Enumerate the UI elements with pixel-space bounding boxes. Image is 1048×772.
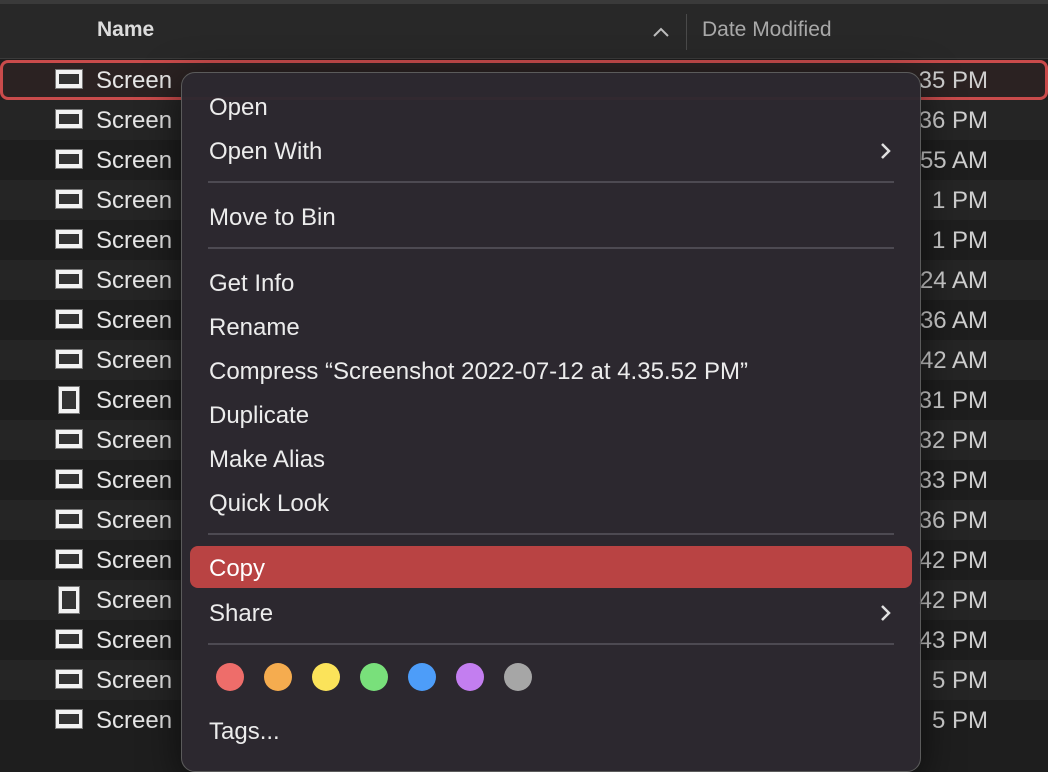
tag-blue-dot[interactable] bbox=[408, 663, 436, 691]
menu-item-label: Compress “Screenshot 2022-07-12 at 4.35.… bbox=[209, 358, 748, 385]
file-name: Screen bbox=[96, 387, 173, 414]
image-file-icon bbox=[55, 229, 83, 249]
menu-item-quick-look[interactable]: Quick Look bbox=[190, 481, 912, 523]
image-file-icon bbox=[55, 509, 83, 529]
tag-red-dot[interactable] bbox=[216, 663, 244, 691]
file-name: Screen bbox=[96, 627, 173, 654]
file-name: Screen bbox=[96, 67, 173, 94]
file-date-modified: 33 PM bbox=[918, 467, 988, 494]
chevron-right-icon bbox=[881, 143, 891, 159]
image-file-icon bbox=[58, 386, 80, 414]
file-name: Screen bbox=[96, 307, 173, 334]
image-file-icon bbox=[55, 189, 83, 209]
menu-item-move-to-bin[interactable]: Move to Bin bbox=[190, 195, 912, 237]
file-date-modified: 32 PM bbox=[918, 427, 988, 454]
file-name: Screen bbox=[96, 667, 173, 694]
menu-item-copy[interactable]: Copy bbox=[190, 546, 912, 588]
menu-item-label: Quick Look bbox=[209, 490, 330, 517]
menu-item-duplicate[interactable]: Duplicate bbox=[190, 393, 912, 435]
file-date-modified: 1 PM bbox=[931, 227, 988, 254]
file-date-modified: 42 PM bbox=[918, 587, 988, 614]
chevron-right-icon bbox=[881, 605, 891, 621]
tag-gray-dot[interactable] bbox=[504, 663, 532, 691]
file-date-modified: 5 PM bbox=[931, 707, 988, 734]
menu-item-tags[interactable]: Tags... bbox=[190, 709, 912, 751]
file-name: Screen bbox=[96, 107, 173, 134]
menu-item-share[interactable]: Share bbox=[190, 591, 912, 633]
file-date-modified: 36 AM bbox=[919, 307, 988, 334]
menu-item-rename[interactable]: Rename bbox=[190, 305, 912, 347]
menu-separator bbox=[208, 247, 894, 249]
image-file-icon bbox=[55, 469, 83, 489]
column-divider[interactable] bbox=[686, 14, 687, 50]
menu-item-label: Move to Bin bbox=[209, 204, 336, 231]
image-file-icon bbox=[55, 669, 83, 689]
tag-orange-dot[interactable] bbox=[264, 663, 292, 691]
menu-item-label: Share bbox=[209, 600, 274, 627]
menu-item-label: Duplicate bbox=[209, 402, 310, 429]
image-file-icon bbox=[55, 149, 83, 169]
image-file-icon bbox=[55, 349, 83, 369]
file-name: Screen bbox=[96, 187, 173, 214]
menu-item-label: Rename bbox=[209, 314, 300, 341]
tag-yellow-dot[interactable] bbox=[312, 663, 340, 691]
image-file-icon bbox=[55, 709, 83, 729]
menu-item-make-alias[interactable]: Make Alias bbox=[190, 437, 912, 479]
image-file-icon bbox=[58, 586, 80, 614]
file-date-modified: 31 PM bbox=[918, 387, 988, 414]
file-name: Screen bbox=[96, 147, 173, 174]
image-file-icon bbox=[55, 69, 83, 89]
file-date-modified: 36 PM bbox=[918, 507, 988, 534]
file-date-modified: 35 PM bbox=[918, 67, 988, 94]
menu-separator bbox=[208, 533, 894, 535]
menu-item-label: Open With bbox=[209, 138, 323, 165]
menu-separator bbox=[208, 643, 894, 645]
file-name: Screen bbox=[96, 467, 173, 494]
file-name: Screen bbox=[96, 267, 173, 294]
image-file-icon bbox=[55, 429, 83, 449]
file-name: Screen bbox=[96, 227, 173, 254]
file-name: Screen bbox=[96, 707, 173, 734]
file-name: Screen bbox=[96, 547, 173, 574]
menu-item-label: Open bbox=[209, 94, 268, 121]
tag-green-dot[interactable] bbox=[360, 663, 388, 691]
list-header: Name Date Modified bbox=[0, 4, 1048, 59]
sort-ascending-icon[interactable] bbox=[652, 26, 670, 38]
menu-item-label: Make Alias bbox=[209, 446, 326, 473]
context-menu: Open Open With Move to Bin Get Info Rena… bbox=[181, 72, 921, 772]
image-file-icon bbox=[55, 309, 83, 329]
file-date-modified: 36 PM bbox=[918, 107, 988, 134]
file-name: Screen bbox=[96, 587, 173, 614]
file-date-modified: 43 PM bbox=[918, 627, 988, 654]
file-date-modified: 5 PM bbox=[931, 667, 988, 694]
image-file-icon bbox=[55, 629, 83, 649]
date-modified-column-header[interactable]: Date Modified bbox=[702, 18, 832, 42]
file-date-modified: 42 AM bbox=[919, 347, 988, 374]
menu-item-get-info[interactable]: Get Info bbox=[190, 261, 912, 303]
menu-item-label: Copy bbox=[209, 555, 266, 582]
menu-item-label: Get Info bbox=[209, 270, 295, 297]
file-name: Screen bbox=[96, 507, 173, 534]
menu-separator bbox=[208, 181, 894, 183]
file-date-modified: 24 AM bbox=[919, 267, 988, 294]
image-file-icon bbox=[55, 269, 83, 289]
file-name: Screen bbox=[96, 427, 173, 454]
menu-item-open-with[interactable]: Open With bbox=[190, 129, 912, 171]
tag-purple-dot[interactable] bbox=[456, 663, 484, 691]
menu-item-label: Tags... bbox=[209, 718, 280, 745]
menu-item-open[interactable]: Open bbox=[190, 85, 912, 127]
file-date-modified: 42 PM bbox=[918, 547, 988, 574]
file-date-modified: 55 AM bbox=[919, 147, 988, 174]
file-name: Screen bbox=[96, 347, 173, 374]
name-column-header[interactable]: Name bbox=[97, 18, 154, 42]
file-date-modified: 1 PM bbox=[931, 187, 988, 214]
image-file-icon bbox=[55, 109, 83, 129]
menu-item-compress[interactable]: Compress “Screenshot 2022-07-12 at 4.35.… bbox=[190, 349, 912, 391]
image-file-icon bbox=[55, 549, 83, 569]
